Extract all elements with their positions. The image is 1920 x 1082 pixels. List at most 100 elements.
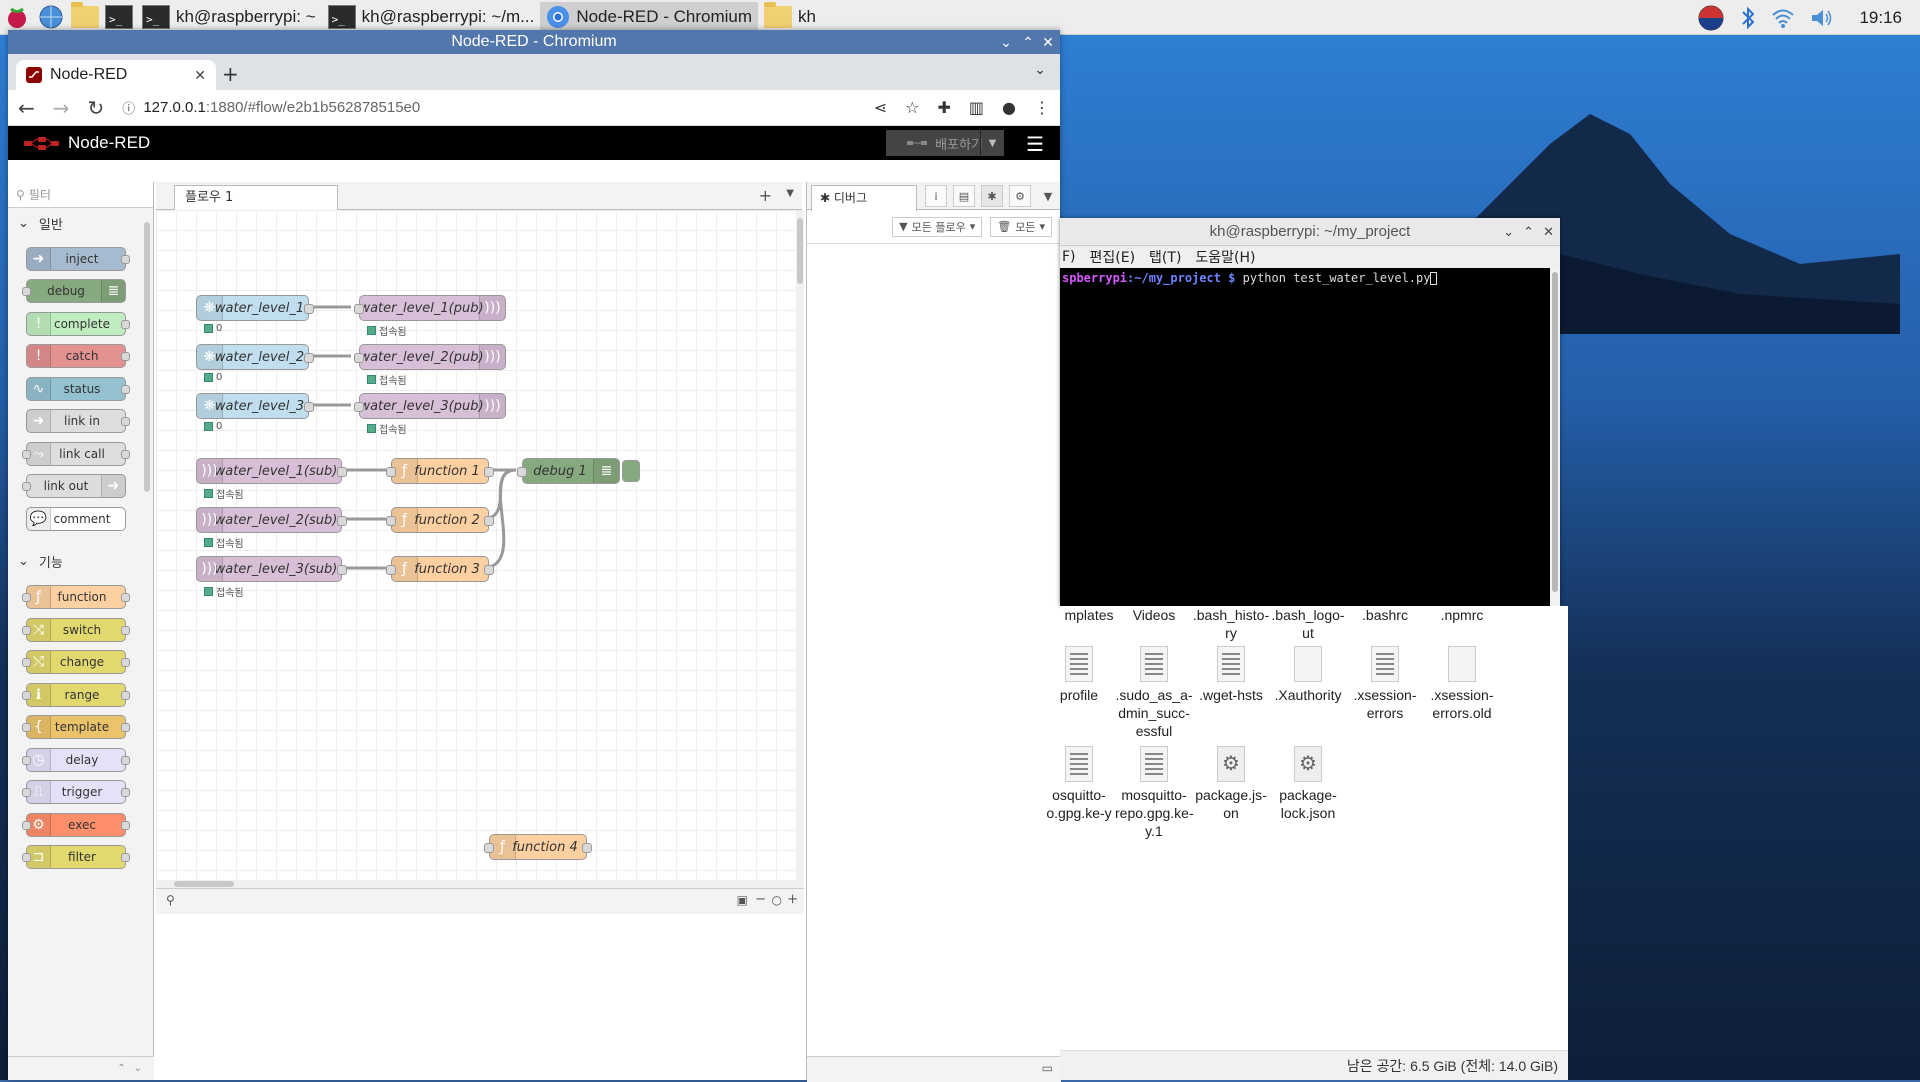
info-icon[interactable]: i [925, 185, 947, 207]
flow-canvas[interactable]: ❋ water_level_1 0 ❋ water_level_2 0 ❋ water_lev… [156, 210, 796, 880]
palette-category-common[interactable]: ⌄ 일반 [8, 208, 153, 238]
task-terminal-home[interactable]: >_ kh@raspberrypi: ~ [136, 2, 322, 32]
output-port[interactable] [337, 467, 347, 477]
file-item[interactable]: .bashrc [1346, 606, 1424, 624]
flow-node-wl1[interactable]: ❋ water_level_1 [196, 295, 314, 321]
output-port[interactable] [484, 565, 494, 575]
file-item[interactable]: osquitto-​o.gpg.ke-​y [1040, 746, 1118, 822]
flow-node-f4[interactable]: ƒ function 4 [484, 834, 592, 860]
output-port[interactable] [582, 843, 592, 853]
tab-flow-1[interactable]: 플로우 1 [174, 185, 338, 211]
minimize-icon[interactable]: ⌄ [1503, 218, 1514, 246]
input-port[interactable] [354, 353, 364, 363]
deploy-dropdown-icon[interactable]: ▼ [980, 130, 1004, 156]
input-method-icon[interactable] [1697, 4, 1725, 32]
zoom-in-icon[interactable]: + [787, 892, 798, 907]
file-item[interactable]: .sudo_as_a-​dmin_succ-​essful [1115, 646, 1193, 740]
navigator-icon[interactable]: ▣ [737, 893, 748, 907]
volume-icon[interactable] [1809, 7, 1835, 29]
menu-kebab-icon[interactable]: ⋮ [1034, 98, 1050, 117]
palette-node-link-in[interactable]: ➜ link in [26, 409, 130, 433]
palette-node-catch[interactable]: ! catch [26, 344, 130, 368]
input-port[interactable] [517, 467, 527, 477]
palette-node-status[interactable]: ∿ status [26, 376, 130, 401]
palette-node-template[interactable]: {template [22, 715, 130, 739]
profile-icon[interactable]: ● [1002, 98, 1016, 117]
tab-search-icon[interactable]: ⌄ [1034, 62, 1046, 78]
output-port[interactable] [484, 516, 494, 526]
input-port[interactable] [484, 843, 494, 853]
new-tab-icon[interactable]: + [222, 62, 239, 86]
input-port[interactable] [354, 304, 364, 314]
flow-node-wl2[interactable]: ❋ water_level_2 [196, 344, 314, 370]
raspberry-menu-icon[interactable] [2, 2, 32, 32]
zoom-out-icon[interactable]: − [755, 892, 766, 907]
palette-node-delay[interactable]: ◷ delay [22, 747, 130, 772]
flow-node-f2[interactable]: ƒ function 2 [386, 507, 494, 533]
palette-node-link-out[interactable]: ➜ link out [22, 474, 126, 498]
terminal-titlebar[interactable]: kh@raspberrypi: ~/my_project ⌄ ⌃ ✕ [1060, 218, 1560, 246]
forward-icon[interactable]: → [53, 96, 70, 120]
file-manager-icon[interactable] [70, 2, 100, 32]
expand-all-icon[interactable]: ⌄ [134, 1063, 142, 1074]
zoom-reset-icon[interactable]: ○ [772, 893, 782, 907]
output-port[interactable] [304, 304, 314, 314]
palette-filter-input[interactable]: ⚲ 필터 [8, 182, 153, 208]
globe-icon[interactable] [36, 2, 66, 32]
debug-bug-icon[interactable]: ✱ [981, 185, 1003, 207]
bluetooth-icon[interactable] [1739, 5, 1757, 31]
flow-node-sub2[interactable]: ))) water_level_2(sub) [196, 507, 347, 533]
output-port[interactable] [337, 516, 347, 526]
flow-node-sub3[interactable]: ))) water_level_3(sub) [196, 556, 347, 582]
palette-category-function[interactable]: ⌄ 기능 [8, 547, 153, 577]
palette-scrollbar[interactable] [144, 222, 150, 492]
palette-node-filter[interactable]: ⊐ filter [22, 845, 130, 869]
close-icon[interactable]: ✕ [1543, 218, 1554, 246]
file-item[interactable]: .Xauthority [1269, 646, 1347, 704]
deploy-button[interactable]: 배포하기 ▼ [886, 130, 1004, 156]
menu-help[interactable]: 도움말(H) [1195, 247, 1255, 267]
palette-node-link-call[interactable]: ⤳ link call [22, 441, 130, 466]
palette-node-switch[interactable]: ⤨ switch [22, 617, 130, 642]
file-item[interactable]: profile [1040, 646, 1118, 704]
output-port[interactable] [304, 402, 314, 412]
terminal-launcher-icon[interactable]: >_ [104, 2, 134, 32]
palette-node-trigger[interactable]: ⎍ trigger [22, 780, 130, 804]
palette-node-complete[interactable]: ! complete [26, 311, 130, 336]
flow-node-sub1[interactable]: ))) water_level_1(sub) [196, 458, 347, 484]
popout-icon[interactable]: ▭ [1042, 1061, 1053, 1075]
help-book-icon[interactable]: ▤ [953, 185, 975, 207]
hamburger-menu-icon[interactable]: ☰ [1026, 132, 1044, 156]
menu-edit[interactable]: 편집(E) [1090, 247, 1136, 267]
sidebar-menu-icon[interactable]: ▼ [1037, 185, 1059, 207]
input-port[interactable] [354, 402, 364, 412]
minimize-icon[interactable]: ⌄ [996, 30, 1016, 54]
add-flow-icon[interactable]: + [759, 186, 772, 205]
terminal-output[interactable]: spberrypi:~/my_project $ python test_wat… [1060, 268, 1560, 285]
address-bar[interactable]: ⓘ 127.0.0.1:1880/#flow/e2b1b562878515e0 [122, 98, 855, 117]
task-terminal-project[interactable]: >_ kh@raspberrypi: ~/m... [322, 2, 541, 32]
canvas-horizontal-scrollbar[interactable] [156, 880, 804, 888]
palette-node-exec[interactable]: ⚙ exec [22, 812, 130, 837]
tab-debug[interactable]: ✱ 디버그 [811, 185, 917, 211]
share-icon[interactable]: ⋖ [874, 98, 887, 117]
palette-node-debug[interactable]: ≣ debug [22, 279, 126, 303]
site-info-icon[interactable]: ⓘ [122, 98, 135, 117]
tab-close-icon[interactable]: ✕ [194, 67, 206, 84]
task-chromium[interactable]: Node-RED - Chromium [540, 2, 759, 32]
output-port[interactable] [304, 353, 314, 363]
palette-node-function[interactable]: ƒ function [22, 585, 130, 609]
file-item[interactable]: .wget-​hsts [1192, 646, 1270, 704]
file-item[interactable]: mosquitto-​repo.gpg.ke-​y.1 [1115, 746, 1194, 840]
close-icon[interactable]: ✕ [1038, 30, 1058, 54]
flow-node-wl3[interactable]: ❋ water_level_3 [196, 393, 314, 419]
canvas-vertical-scrollbar[interactable] [796, 210, 804, 880]
flow-node-f1[interactable]: ƒ function 1 [386, 458, 494, 484]
flow-node-pub2[interactable]: ))) water_level_2(pub) [354, 344, 506, 370]
file-item[interactable]: .npmrc [1423, 606, 1501, 624]
maximize-icon[interactable]: ⌃ [1018, 30, 1038, 54]
input-port[interactable] [386, 467, 396, 477]
file-item[interactable]: Videos [1115, 606, 1193, 624]
file-item[interactable]: .xsession-​errors.old [1423, 646, 1501, 722]
palette-node-change[interactable]: ⤭ change [22, 650, 130, 674]
